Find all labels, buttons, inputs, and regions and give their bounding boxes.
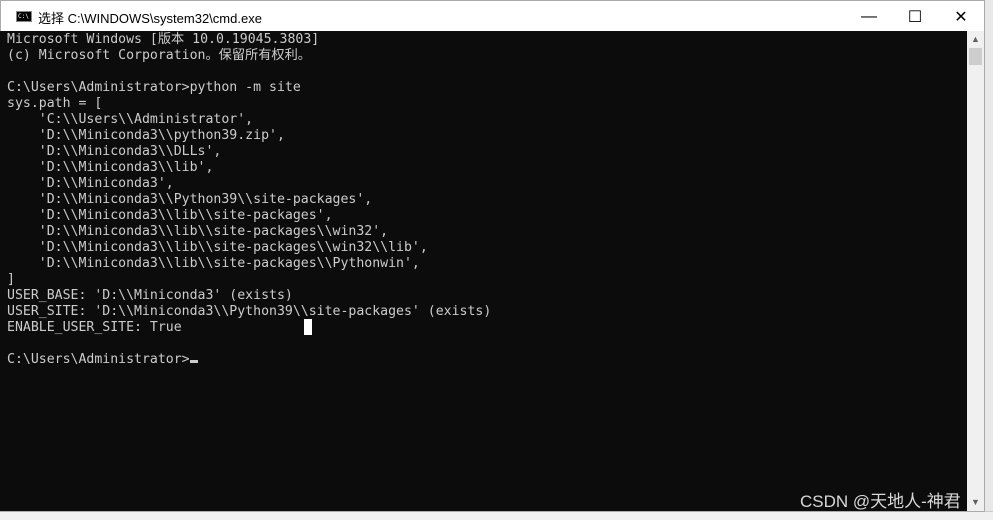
terminal-output[interactable]: Microsoft Windows [版本 10.0.19045.3803] (… [0,31,967,511]
terminal-line: 'C:\\Users\\Administrator', [7,112,254,127]
close-button[interactable]: ✕ [938,1,984,32]
maximize-button[interactable]: ☐ [892,1,938,32]
terminal-line: 'D:\\Miniconda3\\python39.zip', [7,128,285,143]
minimize-button[interactable]: — [846,1,892,32]
terminal-line: USER_SITE: 'D:\\Miniconda3\\Python39\\si… [7,304,492,319]
terminal-line: (c) Microsoft Corporation。保留所有权利。 [7,48,311,63]
terminal-line: sys.path = [ [7,96,103,111]
watermark: CSDN @天地人-神君 [800,492,961,511]
terminal-line: 'D:\\Miniconda3', [7,176,174,191]
terminal-line: 'D:\\Miniconda3\\DLLs', [7,144,222,159]
terminal-line: C:\Users\Administrator>python -m site [7,80,301,95]
scrollbar-thumb[interactable] [969,48,982,65]
terminal-line: 'D:\\Miniconda3\\lib\\site-packages\\win… [7,224,389,239]
scroll-up-icon[interactable]: ▲ [967,31,984,48]
terminal-line: Microsoft Windows [版本 10.0.19045.3803] [7,32,320,47]
selection-cursor [304,319,312,335]
terminal-line: 'D:\\Miniconda3\\lib\\site-packages\\win… [7,240,428,255]
title-bar[interactable]: C:\ 选择 C:\WINDOWS\system32\cmd.exe — ☐ ✕ [1,1,984,32]
terminal-line: ENABLE_USER_SITE: True [7,320,182,335]
text-cursor [189,360,198,363]
vertical-scrollbar[interactable]: ▲ ▼ [967,31,984,511]
terminal-line: 'D:\\Miniconda3\\lib\\site-packages\\Pyt… [7,256,420,271]
terminal-line: 'D:\\Miniconda3\\lib\\site-packages', [7,208,333,223]
terminal-line: 'D:\\Miniconda3\\Python39\\site-packages… [7,192,373,207]
terminal-line: ] [7,272,15,287]
scroll-down-icon[interactable]: ▼ [967,494,984,511]
window-title: 选择 C:\WINDOWS\system32\cmd.exe [38,11,262,26]
cmd-icon[interactable]: C:\ [16,11,32,22]
terminal-line: USER_BASE: 'D:\\Miniconda3' (exists) [7,288,293,303]
terminal-text: Microsoft Windows [版本 10.0.19045.3803] (… [0,31,967,368]
terminal-line: 'D:\\Miniconda3\\lib', [7,160,214,175]
command-prompt[interactable]: C:\Users\Administrator> [7,352,190,367]
